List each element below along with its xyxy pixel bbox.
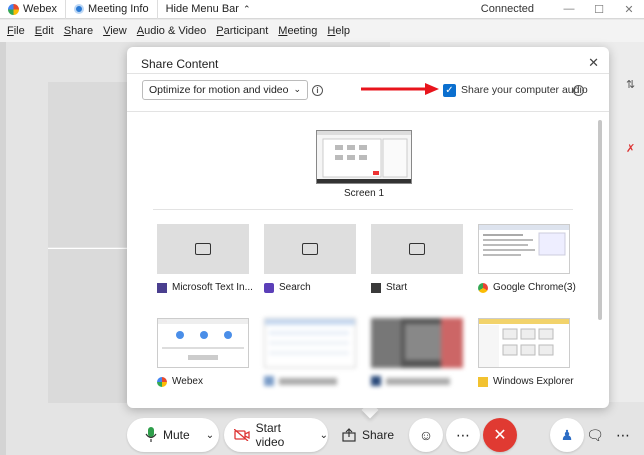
info-icon[interactable]: i	[573, 85, 584, 96]
menu-bar: File Edit Share View Audio & Video Parti…	[0, 20, 644, 42]
app-tile-windows-explorer[interactable]: Windows Explorer	[478, 318, 574, 387]
menu-meeting[interactable]: Meeting	[275, 25, 320, 37]
hide-menu-bar-button[interactable]: Hide Menu Bar ⌃	[158, 0, 259, 19]
menu-view[interactable]: View	[100, 25, 130, 37]
title-bar: Webex Meeting Info Hide Menu Bar ⌃ Conne…	[0, 0, 644, 19]
share-content-dialog: Share Content ✕ Optimize for motion and …	[127, 47, 609, 408]
app-tile-chrome[interactable]: Google Chrome(3)	[478, 224, 576, 293]
share-button[interactable]: Share	[334, 418, 400, 452]
chevron-down-icon: ⌄	[293, 84, 301, 94]
app-tile-webex[interactable]: Webex	[157, 318, 249, 387]
more-options-button[interactable]: ⋯	[446, 418, 480, 452]
blurred-app-icon	[371, 376, 381, 386]
menu-file[interactable]: File	[4, 25, 28, 37]
meeting-info-icon	[74, 4, 85, 14]
connection-status: Connected	[480, 3, 534, 15]
start-video-button[interactable]: Start video ⌄	[224, 418, 328, 452]
explorer-preview	[479, 319, 569, 367]
chevron-down-icon[interactable]: ⌄	[320, 430, 328, 441]
microphone-icon	[145, 427, 157, 442]
dialog-title: Share Content	[141, 57, 219, 71]
explorer-icon	[478, 376, 488, 387]
share-icon	[342, 428, 356, 442]
menu-edit[interactable]: Edit	[32, 25, 57, 37]
red-arrow-annotation	[361, 83, 439, 95]
reactions-button[interactable]: ☺	[409, 418, 443, 452]
menu-participant[interactable]: Participant	[213, 25, 271, 37]
sort-icon[interactable]: ⇅	[626, 78, 635, 91]
minimize-icon[interactable]: —	[554, 3, 584, 15]
window-icon	[409, 243, 425, 255]
app-tile-text-input[interactable]: Microsoft Text In...	[157, 224, 253, 293]
leave-meeting-button[interactable]: ✕	[483, 418, 517, 452]
chevron-down-icon[interactable]: ⌄	[206, 430, 214, 441]
share-audio-checkbox[interactable]: ✓	[443, 84, 456, 97]
mute-button[interactable]: Mute ⌄	[127, 418, 219, 452]
more-panels-button[interactable]: ⋯	[606, 418, 640, 452]
close-window-icon[interactable]: ✕	[614, 3, 644, 16]
meeting-info-button[interactable]: Meeting Info	[66, 0, 158, 19]
optimize-select[interactable]: Optimize for motion and video ⌄	[142, 80, 308, 100]
more-icon: ⋯	[616, 426, 630, 443]
blurred-preview	[265, 319, 355, 355]
webex-preview	[158, 319, 248, 360]
chrome-preview	[479, 225, 569, 256]
video-off-icon	[234, 429, 250, 441]
search-app-icon	[264, 282, 274, 293]
app-tile-blurred[interactable]	[371, 318, 463, 386]
participants-icon: ♟	[560, 426, 574, 443]
menu-share[interactable]: Share	[61, 25, 96, 37]
menu-audio-video[interactable]: Audio & Video	[134, 25, 210, 37]
app-tab[interactable]: Webex	[0, 0, 67, 19]
menu-help[interactable]: Help	[324, 25, 353, 37]
more-icon: ⋯	[456, 426, 470, 443]
window-icon	[302, 243, 318, 255]
muted-mic-icon: ✗	[626, 143, 636, 155]
maximize-icon[interactable]: ☐	[584, 3, 614, 16]
chrome-icon	[478, 282, 488, 293]
close-icon[interactable]: ✕	[588, 55, 599, 71]
scrollbar[interactable]	[598, 120, 602, 320]
share-options: Screen 1 Microsoft Text In... Search Sta…	[127, 111, 609, 408]
share-audio-label: Share your computer audio	[461, 84, 588, 96]
blurred-preview	[371, 318, 463, 368]
text-input-icon	[157, 282, 167, 293]
screen-preview	[317, 131, 411, 183]
screen-1-label: Screen 1	[343, 188, 385, 199]
app-name: Webex	[23, 3, 58, 15]
app-tile-search[interactable]: Search	[264, 224, 356, 293]
close-icon: ✕	[493, 427, 507, 444]
app-tile-blurred[interactable]	[264, 318, 356, 386]
chat-icon: 🗨	[586, 426, 604, 443]
webex-icon	[157, 376, 167, 387]
left-strip	[0, 42, 6, 455]
blurred-app-icon	[264, 376, 274, 386]
chevron-up-icon: ⌃	[242, 3, 251, 14]
start-app-icon	[371, 282, 381, 293]
info-icon[interactable]: i	[312, 85, 323, 96]
emoji-icon: ☺	[418, 427, 434, 443]
webex-logo-icon	[8, 3, 19, 15]
divider	[153, 209, 573, 210]
screen-1-thumbnail[interactable]	[316, 130, 412, 184]
divider	[127, 73, 609, 74]
window-icon	[195, 243, 211, 255]
app-tile-start[interactable]: Start	[371, 224, 463, 293]
